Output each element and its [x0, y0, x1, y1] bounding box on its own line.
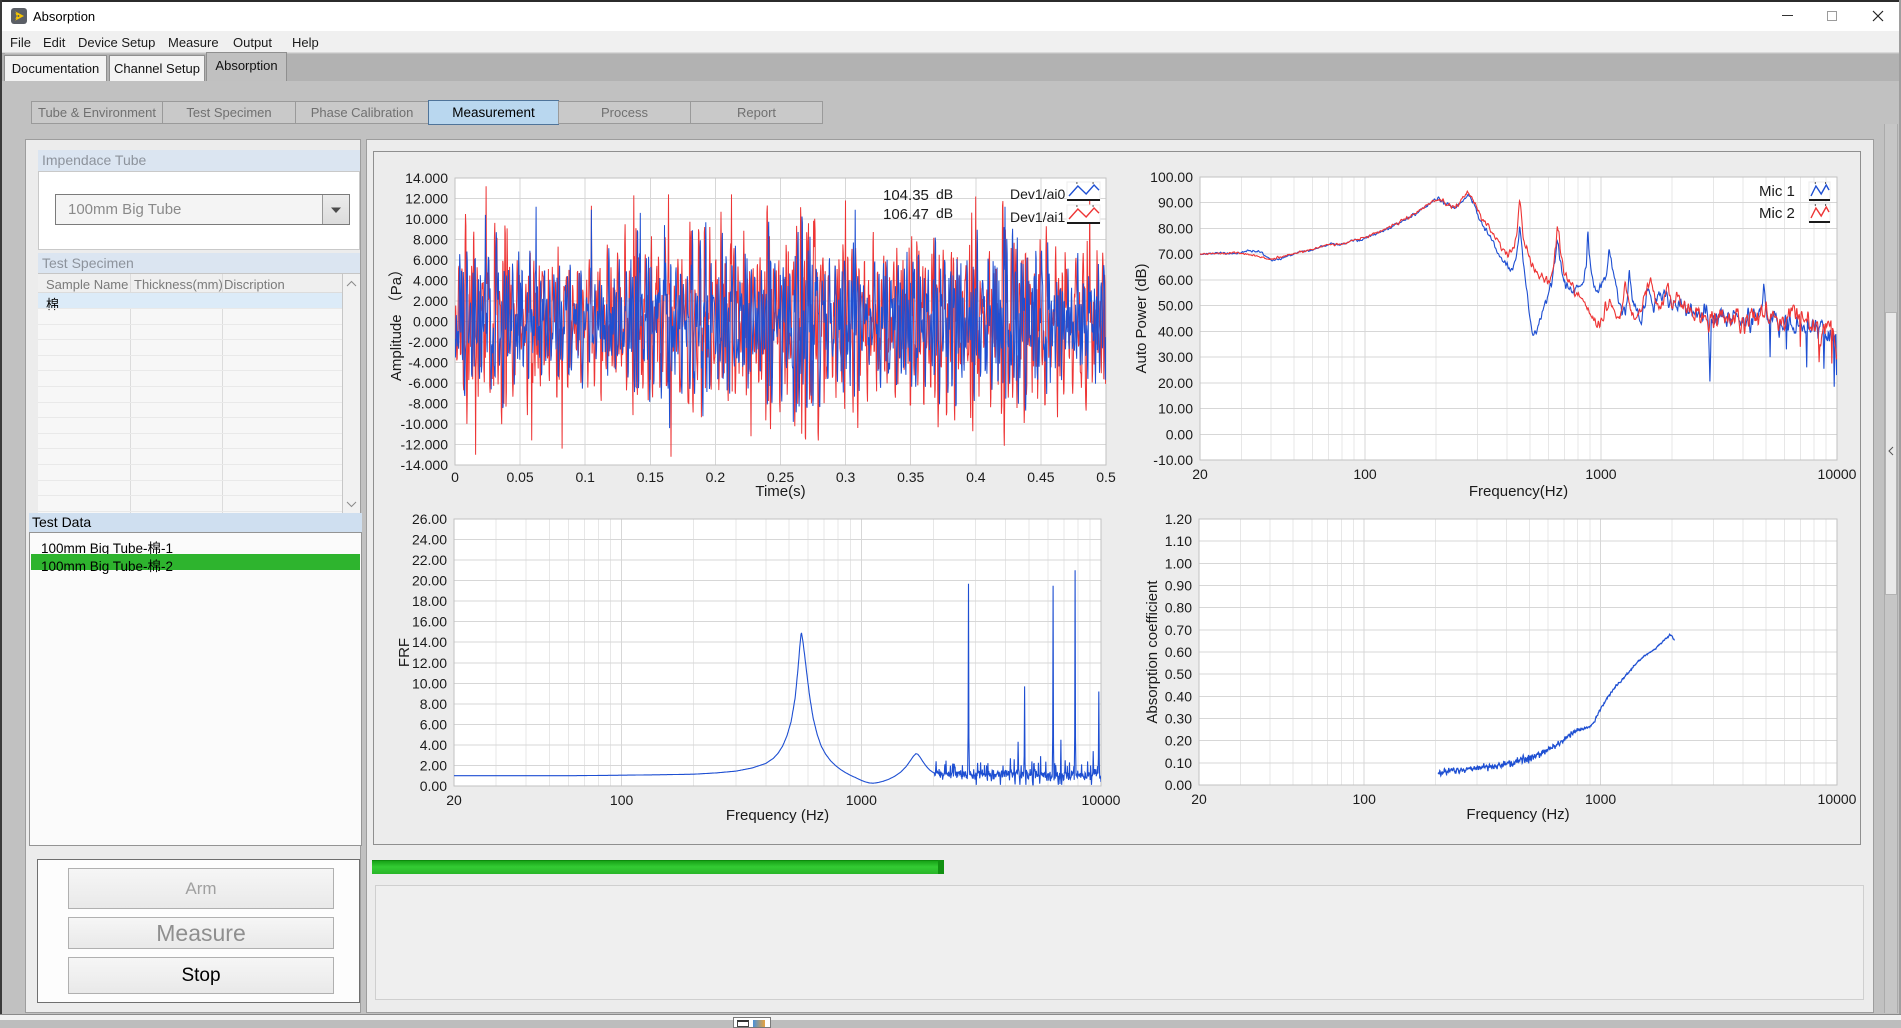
- svg-text:1000: 1000: [1585, 466, 1616, 482]
- svg-text:6.000: 6.000: [413, 252, 448, 268]
- svg-text:70.00: 70.00: [1158, 246, 1193, 262]
- svg-text:Frequency (Hz): Frequency (Hz): [1466, 806, 1569, 823]
- svg-text:Frequency (Hz): Frequency (Hz): [726, 807, 829, 824]
- svg-text:0.2: 0.2: [706, 469, 726, 485]
- svg-text:0.90: 0.90: [1165, 578, 1192, 594]
- svg-text:16.00: 16.00: [412, 614, 447, 630]
- svg-text:4.00: 4.00: [420, 737, 447, 753]
- svg-text:90.00: 90.00: [1158, 195, 1193, 211]
- svg-text:0.3: 0.3: [836, 469, 856, 485]
- svg-text:104.35: 104.35: [883, 187, 929, 204]
- svg-text:-10.000: -10.000: [401, 416, 449, 432]
- svg-text:10.00: 10.00: [412, 675, 447, 691]
- svg-text:1.20: 1.20: [1165, 511, 1192, 527]
- svg-text:0.30: 0.30: [1165, 711, 1192, 727]
- svg-text:100: 100: [1353, 791, 1377, 807]
- svg-text:0.10: 0.10: [1165, 755, 1192, 771]
- svg-text:0.80: 0.80: [1165, 600, 1192, 616]
- svg-text:FRF: FRF: [396, 638, 413, 667]
- svg-text:0.40: 0.40: [1165, 688, 1192, 704]
- svg-text:20: 20: [446, 792, 462, 808]
- svg-text:50.00: 50.00: [1158, 298, 1193, 314]
- svg-text:0.5: 0.5: [1096, 469, 1116, 485]
- svg-text:2.00: 2.00: [420, 758, 447, 774]
- svg-text:10000: 10000: [1818, 466, 1857, 482]
- svg-text:1000: 1000: [1585, 791, 1616, 807]
- svg-text:12.000: 12.000: [405, 191, 448, 207]
- svg-text:40.00: 40.00: [1158, 323, 1193, 339]
- svg-text:10000: 10000: [1818, 791, 1857, 807]
- svg-text:dB: dB: [936, 205, 953, 221]
- svg-text:6.00: 6.00: [420, 716, 447, 732]
- svg-text:1000: 1000: [846, 792, 877, 808]
- svg-text:100.00: 100.00: [1150, 169, 1193, 185]
- svg-text:10.00: 10.00: [1158, 401, 1193, 417]
- svg-text:Auto Power (dB): Auto Power (dB): [1133, 263, 1150, 373]
- svg-text:12.00: 12.00: [412, 655, 447, 671]
- svg-text:0.35: 0.35: [897, 469, 924, 485]
- svg-text:0.00: 0.00: [1166, 426, 1193, 442]
- svg-text:0.00: 0.00: [420, 778, 447, 794]
- svg-text:10000: 10000: [1082, 792, 1121, 808]
- svg-text:14.00: 14.00: [412, 634, 447, 650]
- svg-text:24.00: 24.00: [412, 532, 447, 548]
- svg-text:4.000: 4.000: [413, 273, 448, 289]
- svg-text:0.20: 0.20: [1165, 733, 1192, 749]
- svg-text:20.00: 20.00: [412, 573, 447, 589]
- svg-text:-8.000: -8.000: [408, 396, 448, 412]
- svg-text:0.00: 0.00: [1165, 777, 1192, 793]
- svg-text:-4.000: -4.000: [408, 355, 448, 371]
- svg-text:0.15: 0.15: [637, 469, 664, 485]
- svg-text:106.47: 106.47: [883, 206, 929, 223]
- svg-text:26.00: 26.00: [412, 511, 447, 527]
- svg-text:-2.000: -2.000: [408, 334, 448, 350]
- svg-text:Time(s): Time(s): [755, 483, 805, 500]
- svg-text:Dev1/ai0: Dev1/ai0: [1010, 186, 1065, 202]
- svg-text:0.000: 0.000: [413, 314, 448, 330]
- svg-text:22.00: 22.00: [412, 552, 447, 568]
- svg-text:8.000: 8.000: [413, 232, 448, 248]
- svg-text:20.00: 20.00: [1158, 375, 1193, 391]
- svg-text:0.50: 0.50: [1165, 666, 1192, 682]
- svg-text:100: 100: [610, 792, 634, 808]
- svg-text:10.000: 10.000: [405, 211, 448, 227]
- svg-text:Mic 1: Mic 1: [1759, 183, 1795, 200]
- svg-text:Absorption coefficient: Absorption coefficient: [1144, 580, 1161, 724]
- svg-text:-14.000: -14.000: [401, 457, 449, 473]
- svg-text:1.00: 1.00: [1165, 555, 1192, 571]
- svg-text:Amplitude （Pa）: Amplitude （Pa）: [388, 262, 405, 381]
- svg-text:0.60: 0.60: [1165, 644, 1192, 660]
- svg-text:0.4: 0.4: [966, 469, 986, 485]
- svg-text:80.00: 80.00: [1158, 221, 1193, 237]
- svg-text:0.05: 0.05: [506, 469, 533, 485]
- svg-text:1.10: 1.10: [1165, 533, 1192, 549]
- svg-text:0.70: 0.70: [1165, 622, 1192, 638]
- svg-text:0: 0: [451, 469, 459, 485]
- svg-text:0.1: 0.1: [575, 469, 595, 485]
- svg-text:20: 20: [1191, 791, 1207, 807]
- svg-text:0.45: 0.45: [1027, 469, 1054, 485]
- svg-text:Mic 2: Mic 2: [1759, 205, 1795, 222]
- svg-text:20: 20: [1192, 466, 1208, 482]
- svg-text:dB: dB: [936, 186, 953, 202]
- svg-text:8.00: 8.00: [420, 696, 447, 712]
- svg-text:14.000: 14.000: [405, 170, 448, 186]
- svg-text:2.000: 2.000: [413, 293, 448, 309]
- svg-text:-12.000: -12.000: [401, 437, 449, 453]
- svg-text:100: 100: [1353, 466, 1377, 482]
- svg-text:Frequency(Hz): Frequency(Hz): [1469, 483, 1568, 500]
- svg-text:-6.000: -6.000: [408, 375, 448, 391]
- svg-text:Dev1/ai1: Dev1/ai1: [1010, 209, 1065, 225]
- svg-text:18.00: 18.00: [412, 593, 447, 609]
- svg-text:30.00: 30.00: [1158, 349, 1193, 365]
- svg-text:60.00: 60.00: [1158, 272, 1193, 288]
- svg-text:-10.00: -10.00: [1153, 452, 1193, 468]
